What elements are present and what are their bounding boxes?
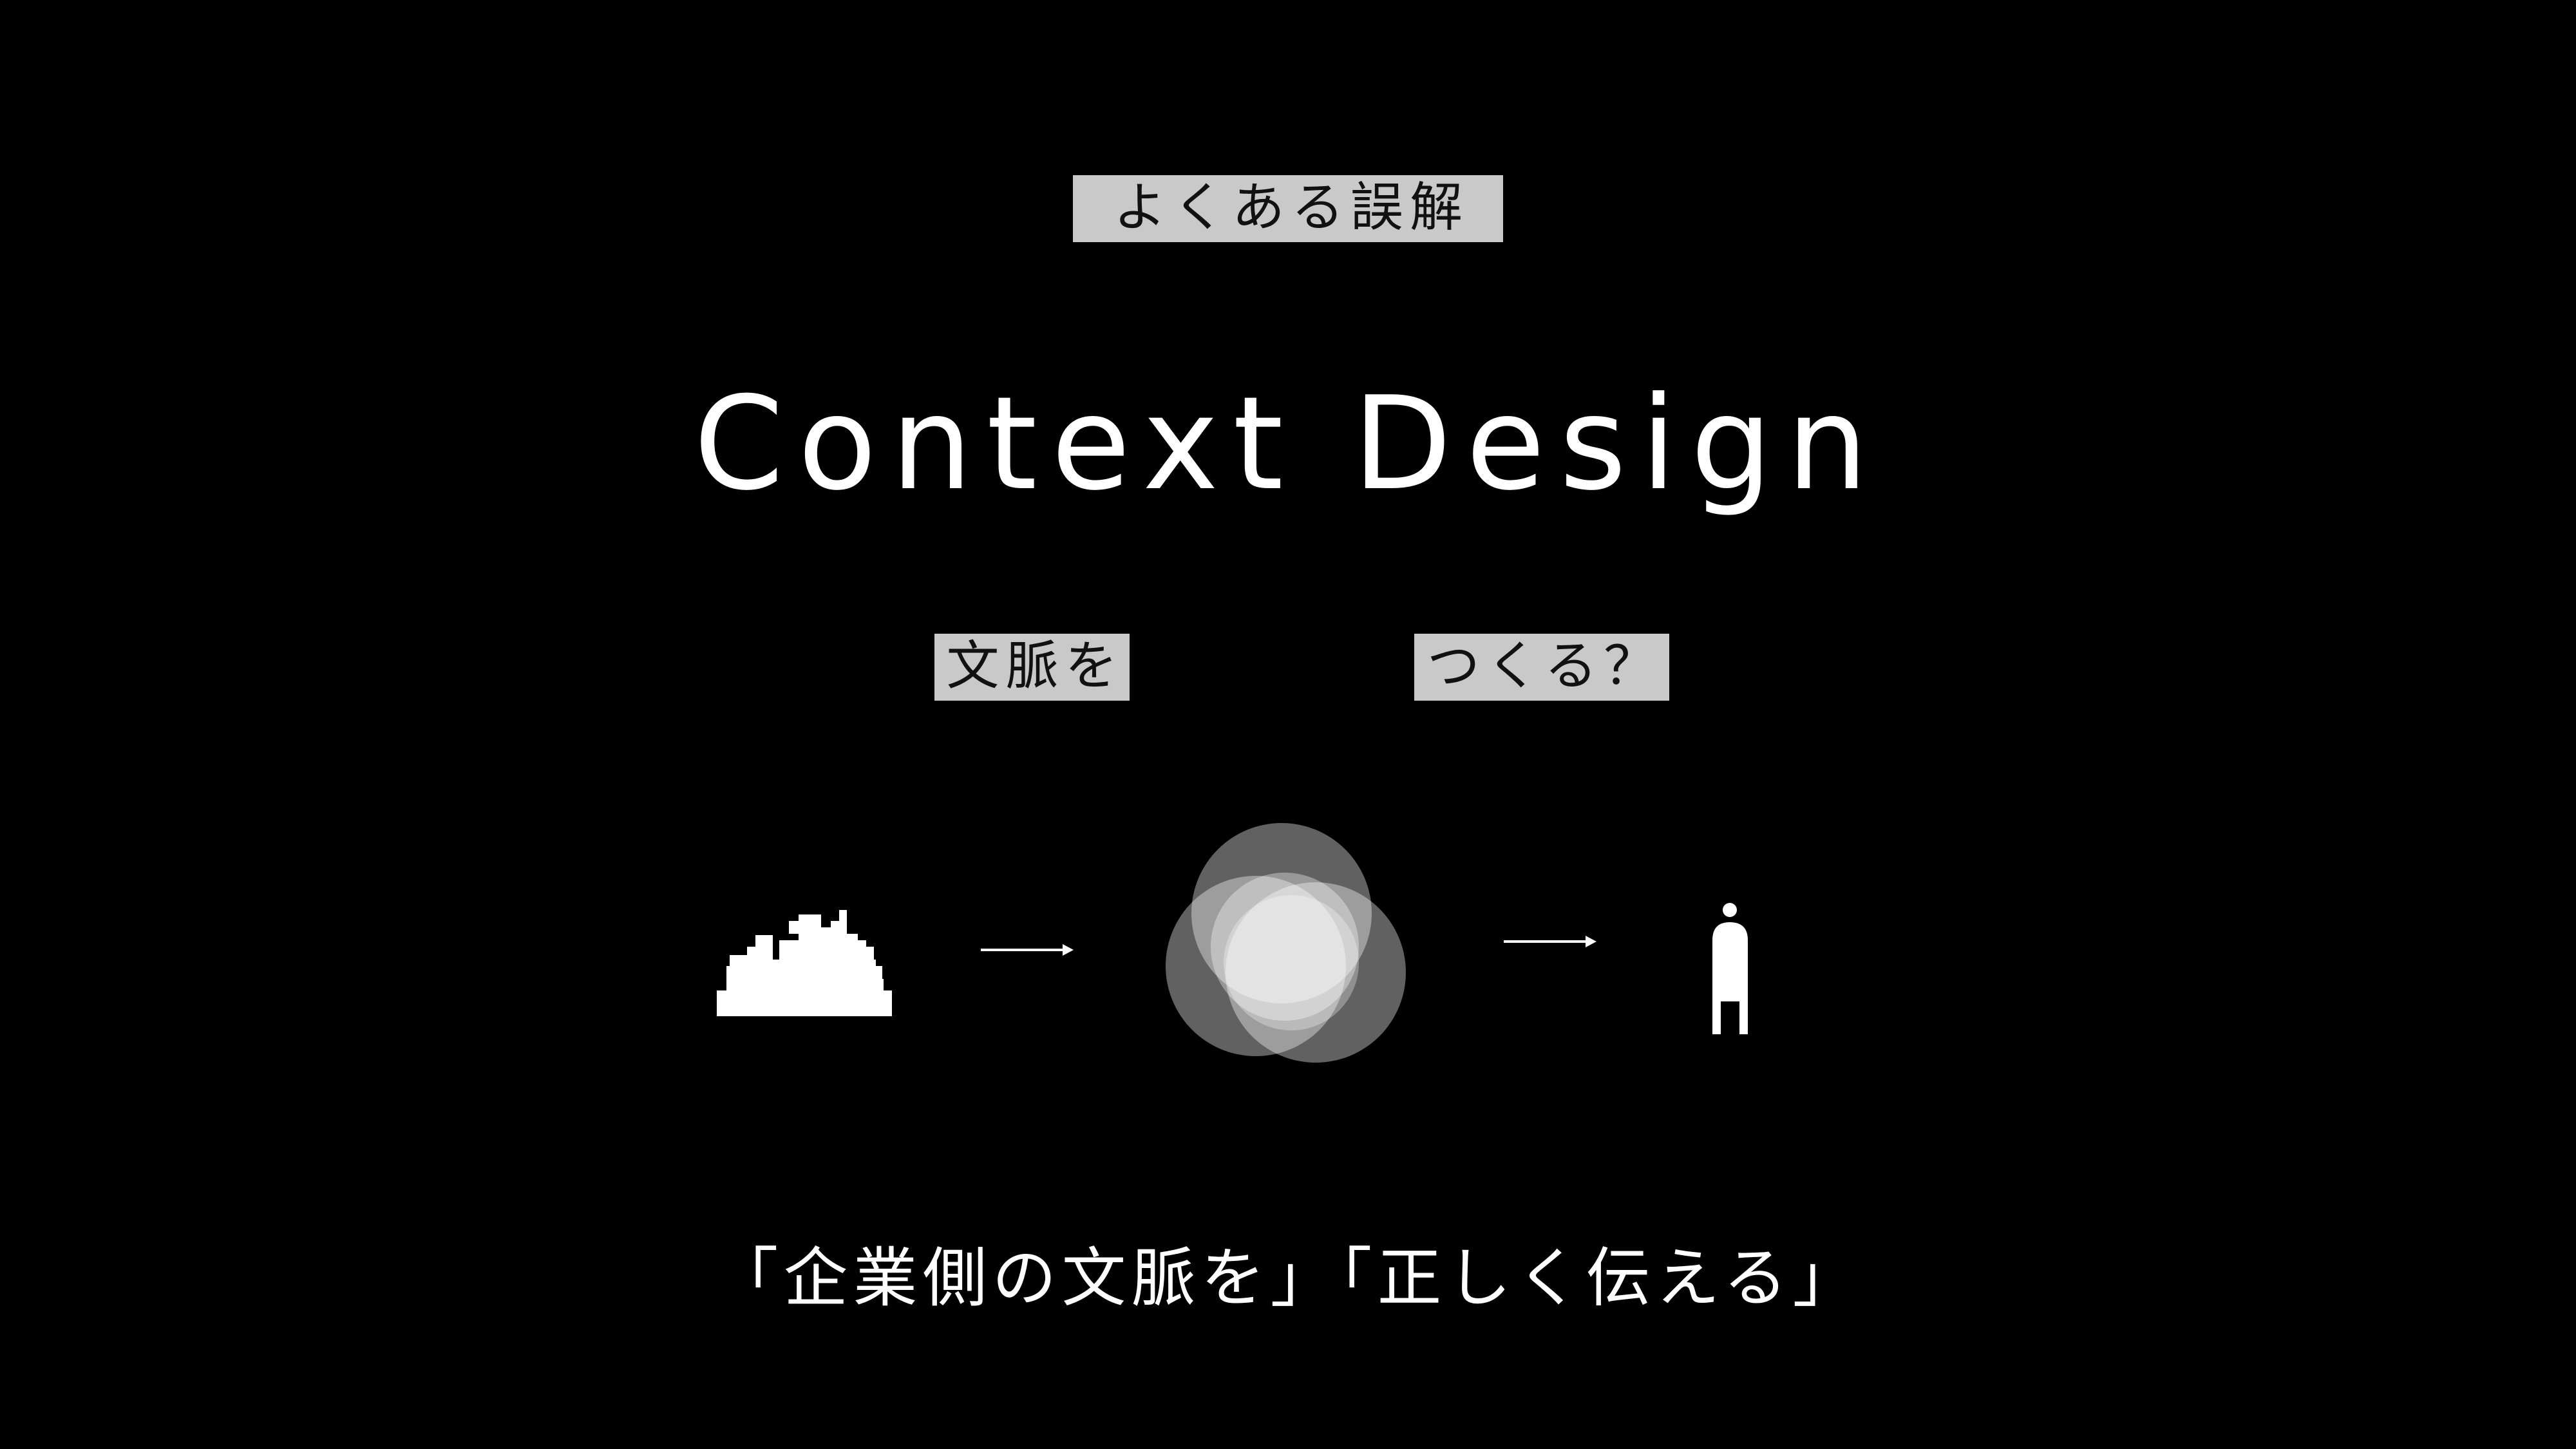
bottom-caption: 「企業側の文脈を」「正しく伝える」	[714, 1240, 1862, 1316]
city-skyline-icon	[717, 910, 892, 1016]
arrow-right-icon	[1504, 936, 1596, 947]
context-label: 文脈を	[934, 634, 1130, 701]
person-icon	[1712, 903, 1748, 1034]
context-flow-diagram	[717, 823, 1748, 1063]
create-label: つくる？	[1414, 634, 1669, 701]
overlapping-circles-icon	[1166, 823, 1406, 1063]
misconception-label: よくある誤解	[1073, 175, 1503, 242]
arrow-right-icon	[981, 944, 1074, 956]
page-title: Context Design	[694, 369, 1882, 519]
